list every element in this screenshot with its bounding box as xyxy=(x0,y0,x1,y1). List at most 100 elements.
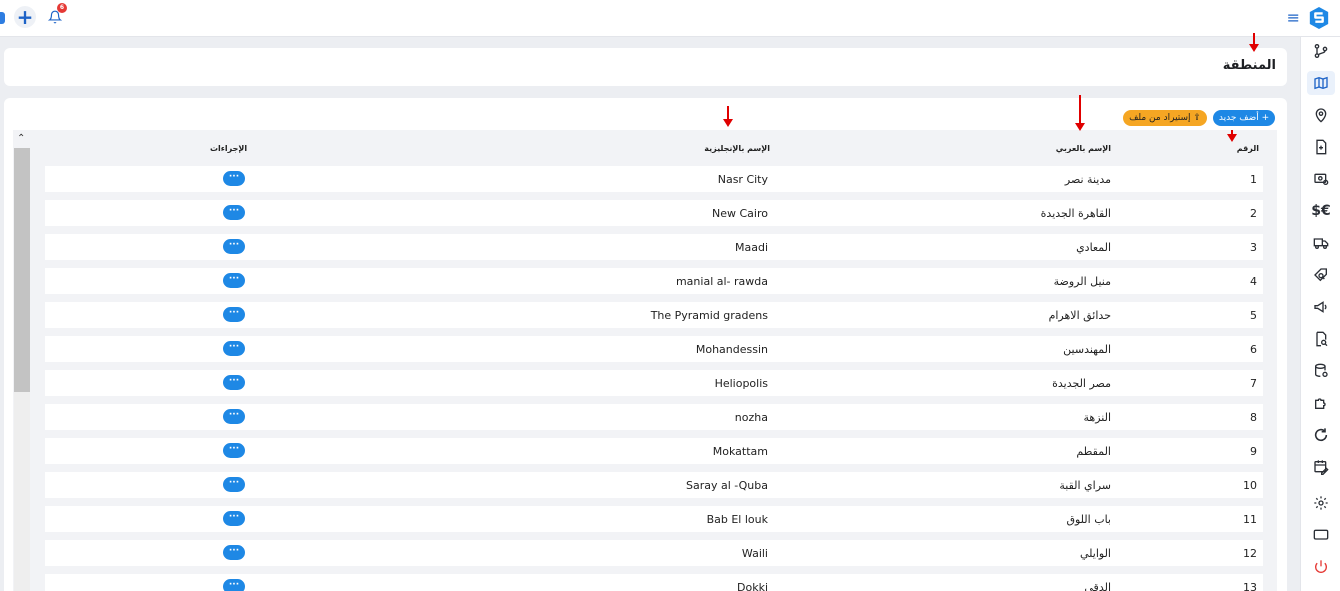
row-actions-button[interactable]: ··· xyxy=(223,545,245,560)
sidebar-item-shipping[interactable] xyxy=(1307,231,1335,255)
row-actions-button[interactable]: ··· xyxy=(223,273,245,288)
annotation-arrow xyxy=(1075,95,1085,131)
row-actions-button[interactable]: ··· xyxy=(223,443,245,458)
annotation-arrow xyxy=(1249,33,1259,52)
sidebar-item-marketing[interactable] xyxy=(1307,295,1335,319)
notifications-button[interactable]: 6 xyxy=(44,3,67,28)
row-number: 3 xyxy=(1250,241,1257,254)
row-number: 2 xyxy=(1250,207,1257,220)
sidebar-item-database[interactable] xyxy=(1307,359,1335,383)
row-english-name: New Cairo xyxy=(712,207,768,220)
table-row: 1 مدينة نصر Nasr City ··· xyxy=(45,166,1263,192)
row-actions-button[interactable]: ··· xyxy=(223,579,245,591)
page-title: المنطقة xyxy=(1222,58,1276,73)
header-actions: الإجراءات xyxy=(210,144,248,153)
top-bar-left-tools: + 6 xyxy=(0,3,67,28)
row-english-name: manial al- rawda xyxy=(675,275,768,288)
row-arabic-name: القاهرة الجديدة xyxy=(1040,207,1111,220)
row-english-name: Saray al -Quba xyxy=(685,479,768,492)
row-actions-button[interactable]: ··· xyxy=(223,375,245,390)
sidebar-item-regions[interactable] xyxy=(1307,71,1335,95)
regions-table: ⌃ الرقم الإسم بالعربي الإسم بالإنجليزية … xyxy=(13,130,1277,591)
annotation-arrow xyxy=(1227,130,1237,142)
row-number: 7 xyxy=(1250,377,1257,390)
table-row: 12 الوايلي Waili ··· xyxy=(45,540,1263,566)
add-new-button[interactable]: + أضف جديد xyxy=(1213,110,1275,126)
table-row: 4 منيل الروضة manial al- rawda ··· xyxy=(45,268,1263,294)
row-actions-button[interactable]: ··· xyxy=(223,341,245,356)
row-english-name: Heliopolis xyxy=(714,377,768,390)
sidebar-item-sync[interactable] xyxy=(1307,423,1335,447)
scroll-up-icon[interactable]: ⌃ xyxy=(17,134,25,144)
row-arabic-name: المهندسين xyxy=(1063,343,1111,356)
row-arabic-name: باب اللوق xyxy=(1066,513,1111,526)
table-row: 10 سراي القبة Saray al -Quba ··· xyxy=(45,472,1263,498)
row-number: 13 xyxy=(1243,581,1257,591)
title-card: المنطقة xyxy=(4,48,1287,86)
row-english-name: Bab El louk xyxy=(706,513,768,526)
menu-icon[interactable]: ≡ xyxy=(1287,10,1300,26)
database-icon xyxy=(1315,363,1328,377)
row-arabic-name: حدائق الاهرام xyxy=(1048,309,1111,322)
sidebar-item-finance-settings[interactable] xyxy=(1307,167,1335,191)
sidebar-item-integrations[interactable] xyxy=(1307,391,1335,415)
table-row: 2 القاهرة الجديدة New Cairo ··· xyxy=(45,200,1263,226)
row-actions-button[interactable]: ··· xyxy=(223,477,245,492)
row-english-name: Mokattam xyxy=(712,445,768,458)
row-arabic-name: منيل الروضة xyxy=(1053,275,1111,288)
power-icon xyxy=(1315,560,1327,573)
sidebar-item-logout[interactable] xyxy=(1307,555,1335,579)
import-file-button[interactable]: ⇪ إستيراد من ملف xyxy=(1123,110,1207,126)
branch-icon xyxy=(1314,44,1328,58)
sidebar: $€ xyxy=(1300,37,1340,591)
row-arabic-name: سراي القبة xyxy=(1059,479,1111,492)
table-row: 6 المهندسين Mohandessin ··· xyxy=(45,336,1263,362)
notification-badge: 6 xyxy=(57,3,67,13)
sidebar-item-tags[interactable] xyxy=(1307,263,1335,287)
regions-card: + أضف جديد ⇪ إستيراد من ملف ⌃ الرقم الإس… xyxy=(4,98,1287,591)
row-arabic-name: الوايلي xyxy=(1079,547,1111,560)
table-row: 11 باب اللوق Bab El louk ··· xyxy=(45,506,1263,532)
row-number: 12 xyxy=(1243,547,1257,560)
row-english-name: Dokki xyxy=(737,581,768,591)
calendar-edit-icon xyxy=(1314,460,1329,475)
edge-tab[interactable] xyxy=(0,11,5,24)
row-english-name: Mohandessin xyxy=(695,343,768,356)
row-actions-button[interactable]: ··· xyxy=(223,171,245,186)
row-number: 9 xyxy=(1250,445,1257,458)
puzzle-icon xyxy=(1315,398,1326,409)
row-number: 10 xyxy=(1243,479,1257,492)
table-row: 3 المعادي Maadi ··· xyxy=(45,234,1263,260)
tag-search-icon xyxy=(1314,268,1327,282)
top-bar: + 6 ≡ xyxy=(0,0,1340,37)
row-actions-button[interactable]: ··· xyxy=(223,307,245,322)
row-arabic-name: مصر الجديدة xyxy=(1052,377,1111,390)
row-arabic-name: النزهة xyxy=(1083,411,1112,424)
sidebar-item-schedule[interactable] xyxy=(1307,455,1335,479)
sidebar-item-branches[interactable] xyxy=(1307,39,1335,63)
row-actions-button[interactable]: ··· xyxy=(223,205,245,220)
row-actions-button[interactable]: ··· xyxy=(223,239,245,254)
table-row: 9 المقطم Mokattam ··· xyxy=(45,438,1263,464)
row-number: 4 xyxy=(1250,275,1257,288)
pin-icon xyxy=(1315,108,1327,123)
scrollbar-thumb[interactable] xyxy=(14,148,30,392)
delivery-truck-icon xyxy=(1313,238,1329,249)
row-number: 5 xyxy=(1250,309,1257,322)
row-actions-button[interactable]: ··· xyxy=(223,511,245,526)
row-actions-button[interactable]: ··· xyxy=(223,409,245,424)
header-number: الرقم xyxy=(1236,144,1259,153)
row-number: 11 xyxy=(1243,513,1257,526)
gear-icon xyxy=(1314,496,1328,510)
row-english-name: Waili xyxy=(741,547,768,560)
sidebar-item-search-docs[interactable] xyxy=(1307,327,1335,351)
add-icon[interactable]: + xyxy=(14,6,36,28)
sidebar-item-settings[interactable] xyxy=(1307,491,1335,515)
header-english-name: الإسم بالإنجليزية xyxy=(704,144,770,153)
row-arabic-name: المقطم xyxy=(1076,445,1111,458)
sidebar-item-locations[interactable] xyxy=(1307,103,1335,127)
sidebar-item-display[interactable] xyxy=(1307,523,1335,547)
sidebar-item-documents[interactable] xyxy=(1307,135,1335,159)
sidebar-item-currencies[interactable]: $€ xyxy=(1307,199,1335,223)
annotation-arrow xyxy=(723,106,733,127)
